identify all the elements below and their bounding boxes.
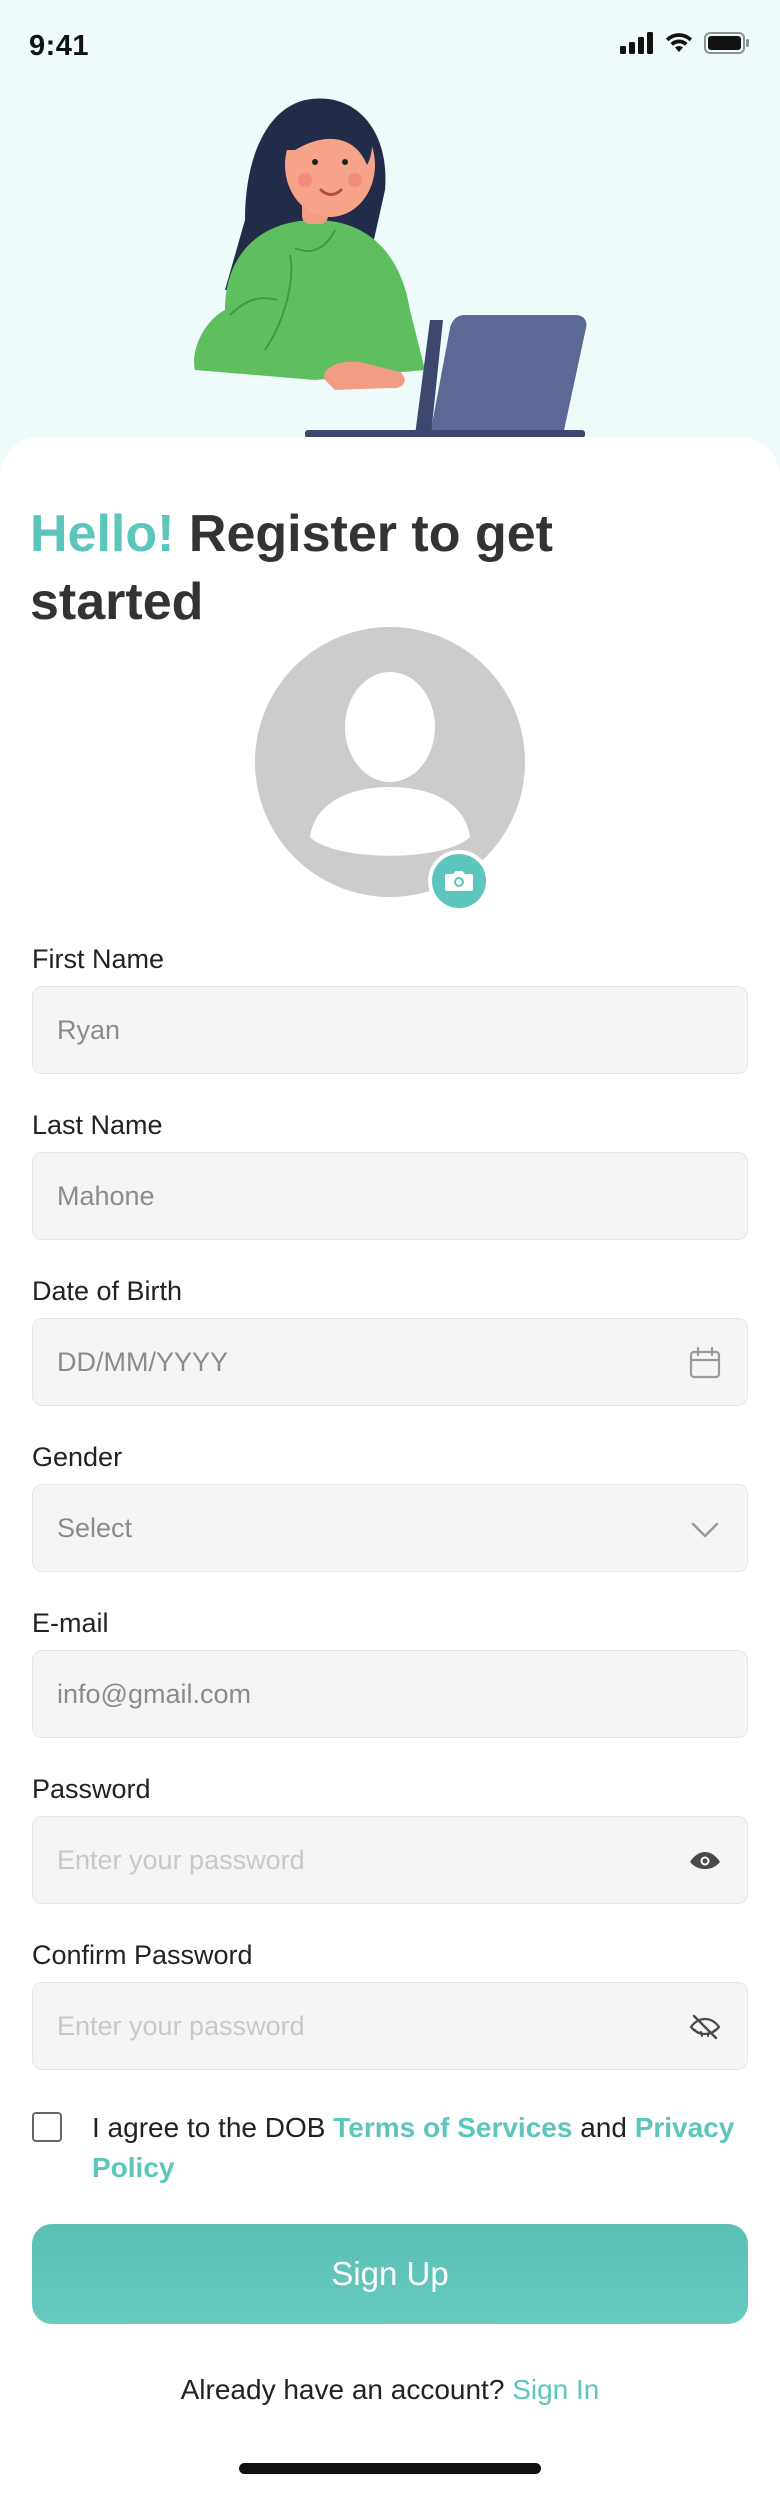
battery-icon xyxy=(704,32,750,59)
email-field[interactable]: info@gmail.com xyxy=(32,1650,748,1738)
status-time: 9:41 xyxy=(29,30,90,62)
first-name-label: First Name xyxy=(32,944,165,974)
dob-field[interactable]: DD/MM/YYYY xyxy=(32,1318,748,1406)
signal-icon xyxy=(620,32,654,59)
camera-icon xyxy=(445,871,473,891)
home-indicator xyxy=(239,2463,541,2474)
agree-checkbox[interactable] xyxy=(32,2112,62,2142)
calendar-icon[interactable] xyxy=(687,1345,723,1381)
title-accent: Hello! xyxy=(30,505,175,563)
confirm-password-field[interactable]: Enter your password xyxy=(32,1982,748,2070)
sign-in-link[interactable]: Sign In xyxy=(512,2374,599,2405)
dob-label: Date of Birth xyxy=(32,1276,183,1306)
have-account-text: Already have an account? xyxy=(180,2374,513,2405)
gender-select[interactable]: Select xyxy=(32,1484,748,1572)
eye-off-icon[interactable] xyxy=(687,2009,723,2045)
gender-label: Gender xyxy=(32,1442,123,1472)
woman-laptop-illustration xyxy=(185,80,595,440)
agreement-middle: and xyxy=(572,2112,635,2143)
avatar-placeholder xyxy=(255,627,525,897)
email-value: info@gmail.com xyxy=(57,1679,251,1709)
page-title: Hello! Register to get started xyxy=(30,500,630,636)
password-placeholder: Enter your password xyxy=(57,1845,305,1875)
sign-in-row: Already have an account? Sign In xyxy=(0,2374,780,2406)
first-name-value: Ryan xyxy=(57,1015,121,1045)
terms-link[interactable]: Terms of Services xyxy=(333,2112,572,2143)
agreement-prefix: I agree to the DOB xyxy=(92,2112,334,2143)
camera-button[interactable] xyxy=(428,850,490,912)
last-name-value: Mahone xyxy=(57,1181,155,1211)
password-label: Password xyxy=(32,1774,151,1804)
first-name-field[interactable]: Ryan xyxy=(32,986,748,1074)
email-label: E-mail xyxy=(32,1608,109,1638)
gender-value: Select xyxy=(57,1513,133,1543)
agreement-text: I agree to the DOB Terms of Services and… xyxy=(92,2108,752,2188)
wifi-icon xyxy=(664,32,694,59)
confirm-password-placeholder: Enter your password xyxy=(57,2011,305,2041)
last-name-label: Last Name xyxy=(32,1110,163,1140)
chevron-down-icon xyxy=(687,1511,723,1547)
user-icon xyxy=(310,672,470,856)
eye-icon[interactable] xyxy=(687,1843,723,1879)
status-bar: 9:41 xyxy=(0,0,780,90)
avatar-upload[interactable] xyxy=(255,627,525,897)
dob-placeholder: DD/MM/YYYY xyxy=(57,1347,229,1377)
status-icons xyxy=(620,32,750,59)
password-field[interactable]: Enter your password xyxy=(32,1816,748,1904)
last-name-field[interactable]: Mahone xyxy=(32,1152,748,1240)
confirm-password-label: Confirm Password xyxy=(32,1940,253,1970)
sign-up-button[interactable]: Sign Up xyxy=(32,2224,748,2324)
